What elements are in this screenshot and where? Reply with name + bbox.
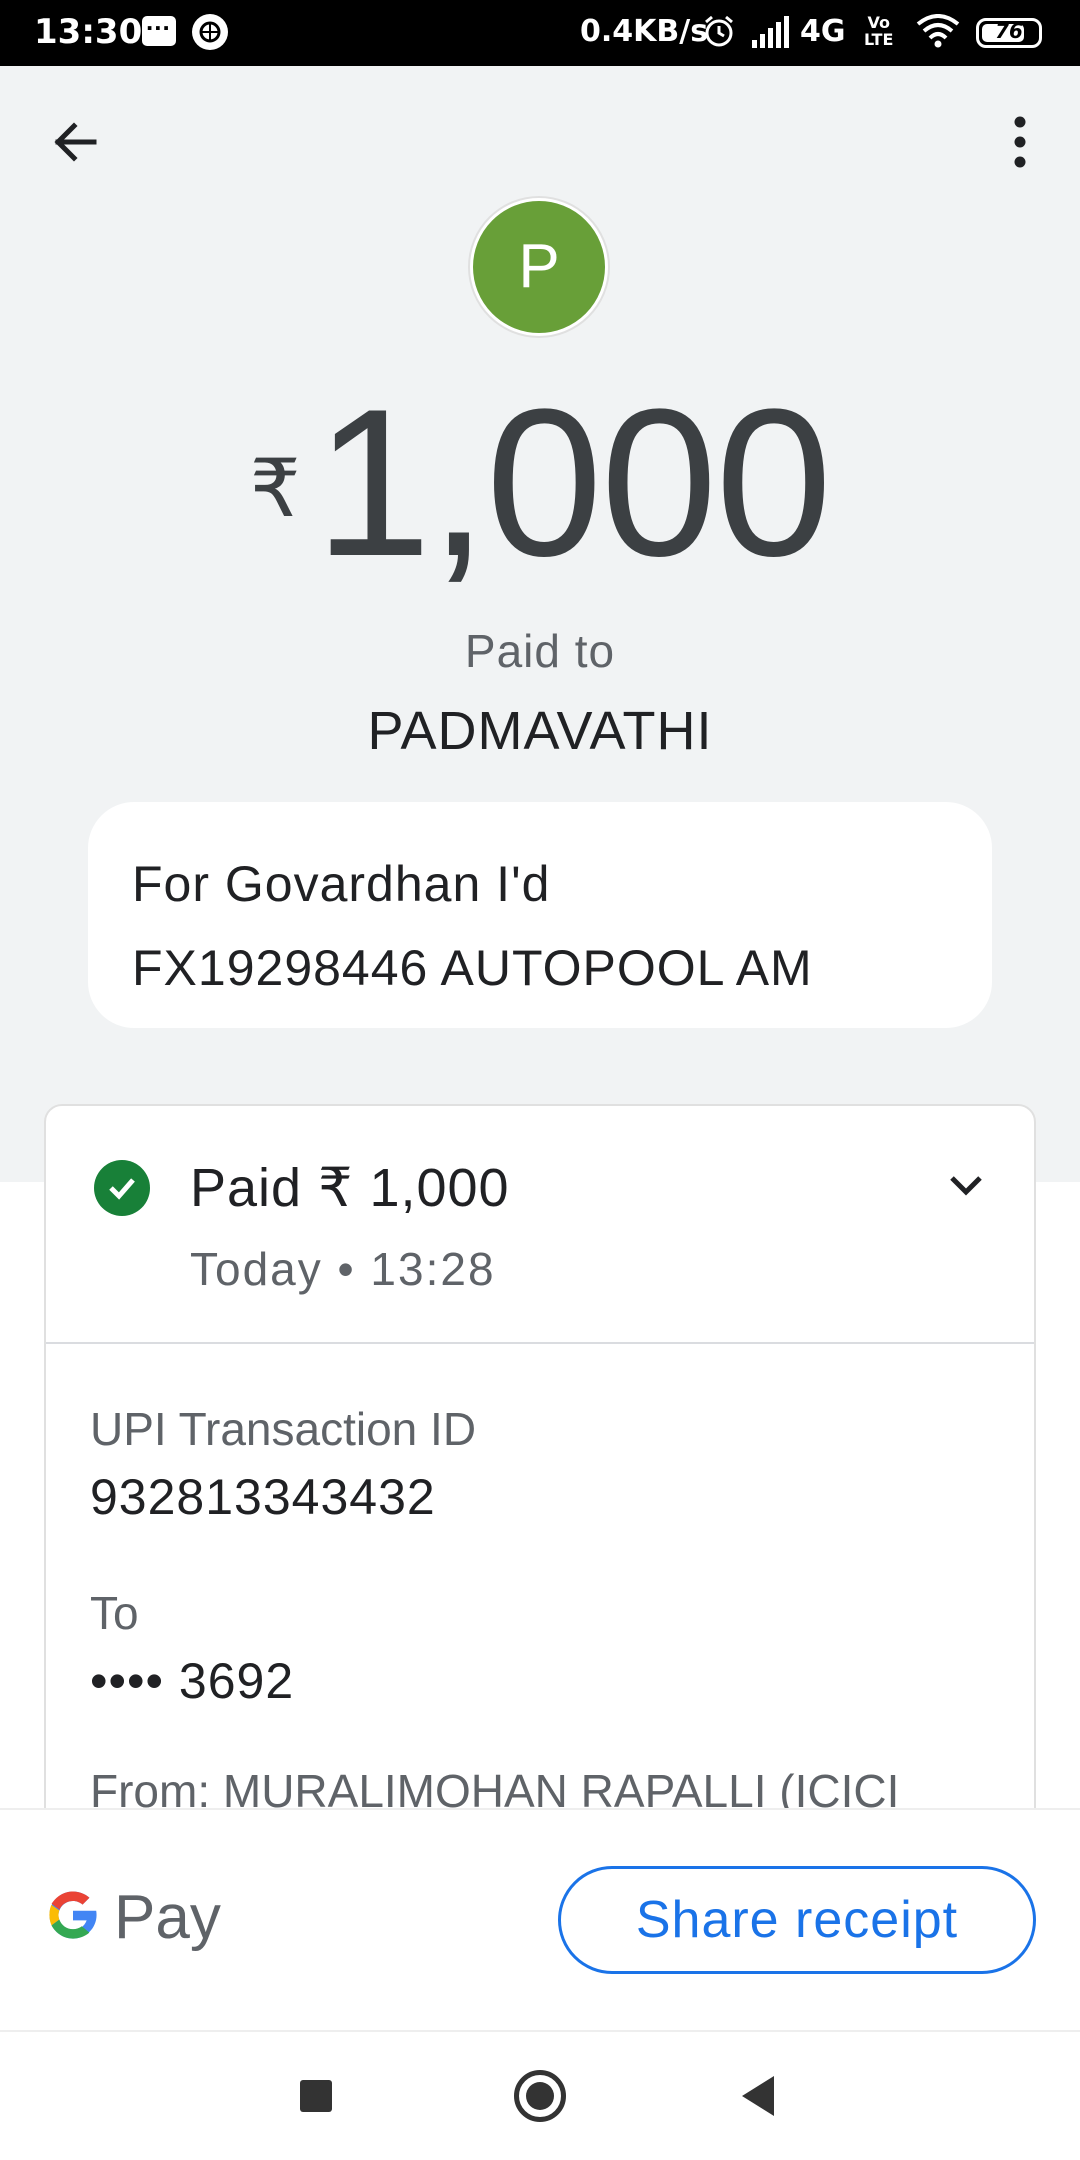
- more-options-button[interactable]: [1000, 108, 1040, 176]
- share-receipt-button[interactable]: Share receipt: [558, 1866, 1036, 1974]
- to-label: To: [90, 1587, 139, 1639]
- amount-value: 1,000: [314, 365, 833, 600]
- note-line-2: FX19298446 AUTOPOOL AM: [132, 940, 813, 996]
- battery-icon: 76: [976, 18, 1042, 48]
- to-account-value: •••• 3692: [90, 1653, 295, 1709]
- battery-level: 76: [995, 19, 1023, 43]
- currency-symbol: ₹: [249, 442, 301, 535]
- google-pay-text: Pay: [114, 1883, 221, 1952]
- note-line-1: For Govardhan I'd: [132, 856, 551, 912]
- more-vert-icon: [1014, 116, 1026, 168]
- upi-transaction-id-value: 932813343432: [90, 1469, 436, 1525]
- system-nav-bar: [0, 2030, 1080, 2160]
- payee-name: PADMAVATHI: [367, 701, 713, 761]
- volte-icon: Vo LTE: [864, 14, 893, 48]
- network-speed: 0.4KB/s: [580, 14, 709, 49]
- wifi-icon: [916, 14, 960, 53]
- recents-button[interactable]: [300, 2080, 332, 2112]
- upi-transaction-id-label: UPI Transaction ID: [90, 1403, 477, 1455]
- system-back-button[interactable]: [742, 2076, 774, 2116]
- transaction-details-card: Paid ₹ 1,000 Today • 13:28 UPI Transacti…: [44, 1104, 1036, 1824]
- back-button[interactable]: [44, 108, 112, 176]
- bottom-action-bar: Pay Share receipt: [0, 1808, 1080, 2030]
- paid-to-label: Paid to: [464, 625, 616, 677]
- chevron-down-icon: [950, 1176, 982, 1196]
- volte-bottom: LTE: [864, 30, 894, 49]
- google-g-icon: [49, 1891, 97, 1939]
- transaction-time: Today • 13:28: [190, 1243, 496, 1295]
- alarm-icon: [702, 14, 736, 53]
- status-time: 13:30: [34, 12, 143, 52]
- payment-note: For Govardhan I'd FX19298446 AUTOPOOL AM: [88, 802, 992, 1028]
- expand-details-button[interactable]: [936, 1156, 996, 1216]
- network-type: 4G: [800, 14, 846, 49]
- transaction-status-row[interactable]: Paid ₹ 1,000 Today • 13:28: [46, 1106, 1034, 1344]
- payment-amount: ₹1,000: [0, 378, 1080, 588]
- status-bar: 13:30 0.4KB/s 4G VoLTE 76: [0, 0, 1080, 66]
- home-button[interactable]: [514, 2070, 566, 2122]
- message-notification-icon: [142, 6, 176, 46]
- arrow-back-icon: [54, 122, 97, 162]
- transaction-status: Paid ₹ 1,000: [190, 1158, 510, 1218]
- check-circle-icon: [94, 1160, 150, 1216]
- app-notification-icon: [192, 14, 228, 50]
- signal-icon: [752, 16, 792, 53]
- payee-avatar: P: [470, 198, 608, 336]
